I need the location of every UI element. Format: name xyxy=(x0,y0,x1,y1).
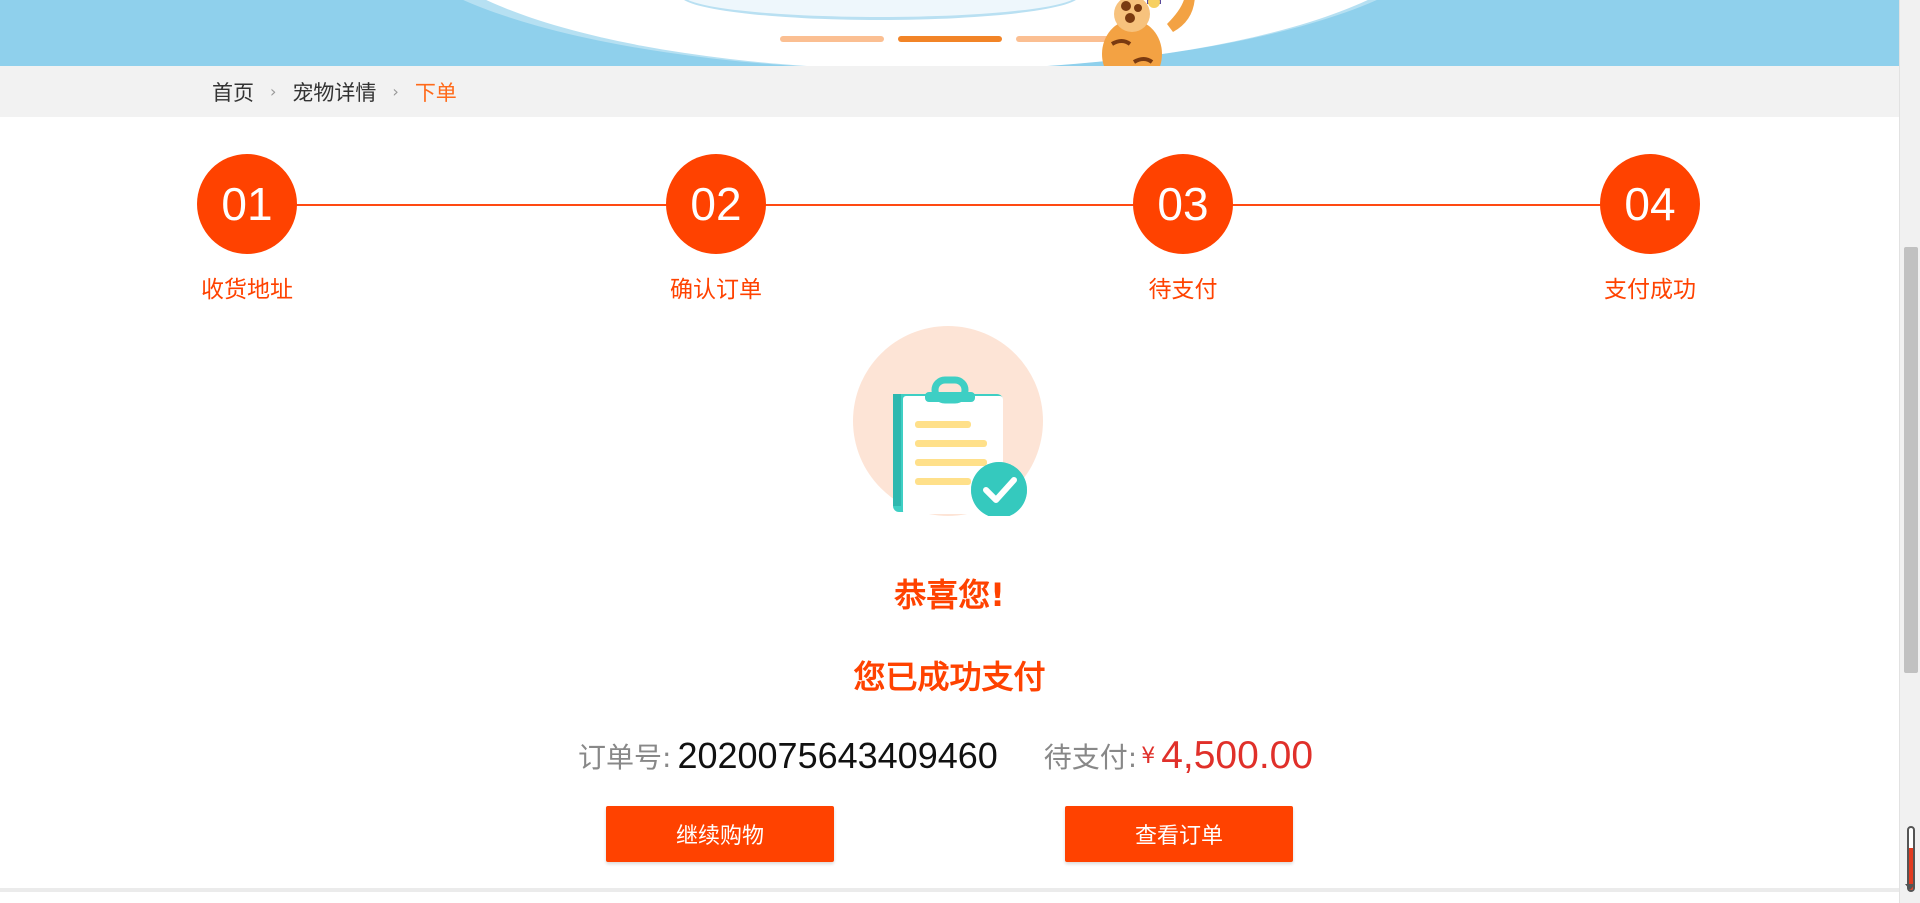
tiger-mascot-image xyxy=(1102,0,1195,66)
step-confirm: 02 确认订单 xyxy=(641,154,791,304)
pending-payment-label: 待支付: xyxy=(1043,741,1138,774)
chevron-right-icon: › xyxy=(392,82,399,101)
carousel-dot[interactable] xyxy=(780,36,884,42)
scroll-down-arrow-icon[interactable] xyxy=(1905,884,1915,890)
order-summary: 订单号: 2020075643409460 待支付: ¥ 4,500.00 xyxy=(578,733,1313,779)
breadcrumb-pet-detail[interactable]: 宠物详情 xyxy=(292,77,376,107)
order-number-label: 订单号: xyxy=(578,741,672,774)
breadcrumb-current-order: 下单 xyxy=(414,80,457,105)
step-label: 支付成功 xyxy=(1604,277,1696,303)
carousel-dots xyxy=(780,36,1120,42)
step-label: 收货地址 xyxy=(201,277,293,303)
step-number: 04 xyxy=(1600,154,1700,254)
step-address: 01 收货地址 xyxy=(172,154,322,304)
chevron-right-icon: › xyxy=(270,82,277,101)
payment-amount: 4,500.00 xyxy=(1161,734,1314,777)
carousel-dot-active[interactable] xyxy=(898,36,1002,42)
view-orders-button[interactable]: 查看订单 xyxy=(1065,806,1293,862)
clipboard-check-icon xyxy=(853,326,1043,516)
order-progress-steps: 01 收货地址 02 确认订单 03 待支付 04 支付成功 xyxy=(0,154,1899,304)
divider xyxy=(0,888,1899,892)
continue-shopping-button[interactable]: 继续购物 xyxy=(606,806,834,862)
currency-symbol: ¥ xyxy=(1141,743,1156,769)
step-number: 03 xyxy=(1133,154,1233,254)
breadcrumb-home[interactable]: 首页 xyxy=(212,77,254,107)
success-subtitle: 您已成功支付 xyxy=(853,658,1046,696)
top-banner xyxy=(0,0,1899,66)
step-label: 待支付 xyxy=(1148,277,1218,303)
breadcrumb: 首页 › 宠物详情 › 下单 xyxy=(212,66,457,117)
step-number: 02 xyxy=(666,154,766,254)
step-pending-payment: 03 待支付 xyxy=(1108,154,1258,304)
success-title: 恭喜您! xyxy=(894,576,1005,614)
step-payment-success: 04 支付成功 xyxy=(1575,154,1725,304)
scroll-progress-indicator xyxy=(1907,826,1915,892)
progress-line xyxy=(247,204,1650,206)
scrollbar-thumb[interactable] xyxy=(1904,247,1918,673)
order-number-value: 2020075643409460 xyxy=(677,735,998,776)
breadcrumb-bar: 首页 › 宠物详情 › 下单 xyxy=(0,66,1899,117)
step-number: 01 xyxy=(197,154,297,254)
step-label: 确认订单 xyxy=(670,277,762,303)
vertical-scrollbar[interactable] xyxy=(1899,0,1920,903)
